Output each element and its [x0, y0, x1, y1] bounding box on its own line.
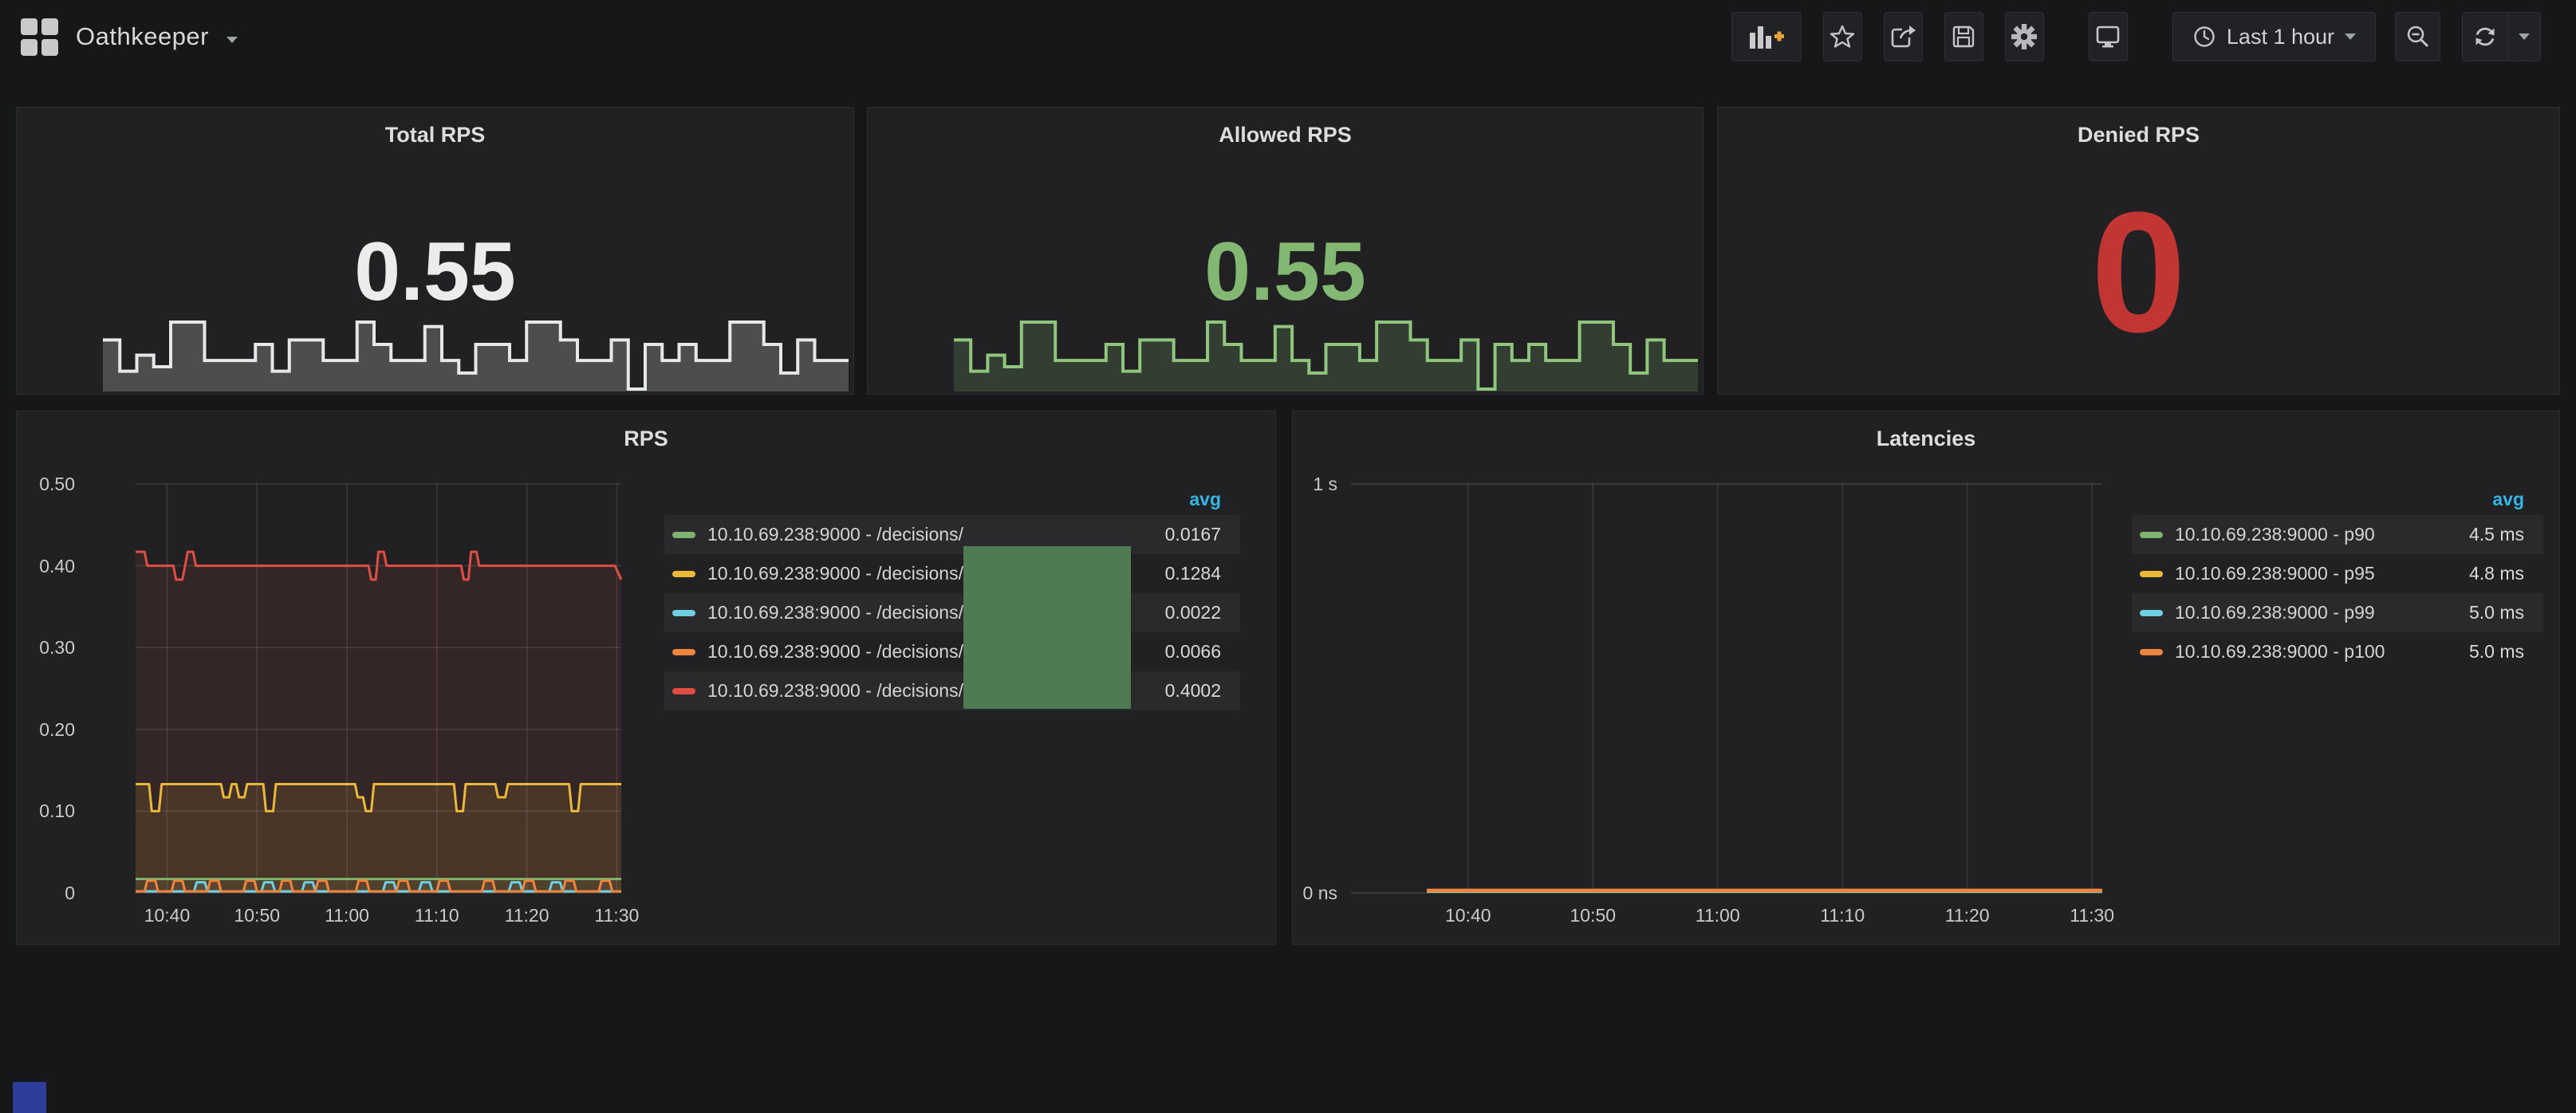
legend-series-label[interactable]: 10.10.69.238:9000 - p90 [2175, 524, 2389, 545]
monitor-icon [2094, 24, 2121, 49]
axis-tick-label: 1 s [1293, 473, 1337, 495]
axis-tick-label: 11:10 [1790, 904, 1894, 928]
legend-row[interactable]: 10.10.69.238:9000 - p904.5 ms [2132, 515, 2543, 554]
zoom-out-button[interactable] [2395, 12, 2440, 61]
panel-allowed-rps: Allowed RPS 0.55 [867, 107, 1704, 395]
add-panel-button[interactable] [1731, 12, 1802, 61]
axis-tick-label: 10:40 [115, 904, 219, 928]
legend-row[interactable]: 10.10.69.238:9000 - p954.8 ms [2132, 554, 2543, 593]
panel-latencies-chart: Latencies 1 s 0 ns 10:40 10:50 11:00 11:10 11… [1292, 411, 2560, 945]
legend-series-color-icon [2140, 610, 2163, 616]
panel-title[interactable]: Denied RPS [1718, 116, 2559, 154]
refresh-button-group [2462, 12, 2541, 61]
legend-series-avg-value: 0.0167 [1085, 524, 1221, 545]
panel-title[interactable]: Total RPS [17, 116, 853, 154]
axis-tick-label: 11:10 [385, 904, 489, 928]
legend-series-color-icon [672, 610, 695, 616]
share-icon [1889, 24, 1916, 49]
star-button[interactable] [1823, 12, 1862, 61]
legend-series-avg-value: 4.5 ms [2389, 524, 2524, 545]
legend-series-avg-value: 5.0 ms [2389, 641, 2524, 663]
grid-square [21, 18, 37, 35]
legend-series-label[interactable]: 10.10.69.238:9000 - p100 [2175, 641, 2389, 663]
time-range-picker[interactable]: Last 1 hour [2172, 12, 2376, 61]
stat-value-allowed-rps: 0.55 [868, 230, 1703, 313]
clock-icon [2192, 25, 2216, 49]
grid-square [41, 18, 58, 35]
legend-series-avg-value: 4.8 ms [2389, 563, 2524, 584]
dashboard-grid-icon[interactable] [21, 18, 58, 56]
rps-chart-canvas[interactable] [136, 484, 621, 893]
legend-series-color-icon [672, 649, 695, 655]
rps-legend: avg 10.10.69.238:9000 - /decisions/0.016… [664, 474, 1240, 710]
latencies-legend: avg 10.10.69.238:9000 - p904.5 ms10.10.6… [2132, 474, 2543, 671]
axis-tick-label: 0.40 [17, 555, 75, 577]
legend-series-color-icon [672, 688, 695, 694]
chevron-down-icon [2345, 33, 2356, 40]
dashboard-header: Oathkeeper [0, 0, 2576, 73]
green-overlay-rect [963, 546, 1131, 709]
axis-tick-label: 11:30 [565, 904, 668, 928]
legend-row[interactable]: 10.10.69.238:9000 - /decisions/0.1284 [664, 554, 1240, 593]
legend-row[interactable]: 10.10.69.238:9000 - /decisions/0.0167 [664, 515, 1240, 554]
axis-tick-label: 0 ns [1293, 882, 1337, 904]
legend-series-color-icon [2140, 532, 2163, 538]
save-icon [1951, 24, 1976, 49]
save-button[interactable] [1944, 12, 1983, 61]
legend-series-label[interactable]: 10.10.69.238:9000 - p95 [2175, 563, 2389, 584]
axis-tick-label: 11:00 [295, 904, 399, 928]
legend-row[interactable]: 10.10.69.238:9000 - /decisions/0.0066 [664, 632, 1240, 671]
chevron-down-icon [2519, 33, 2530, 40]
panel-total-rps: Total RPS 0.55 [16, 107, 854, 395]
axis-tick-label: 0.10 [17, 800, 75, 822]
gear-icon [2011, 23, 2038, 50]
zoom-out-icon [2405, 24, 2431, 49]
axis-tick-label: 0.20 [17, 718, 75, 741]
star-icon [1830, 24, 1855, 49]
stat-value-denied-rps: 0 [1718, 187, 2559, 358]
panel-title[interactable]: Latencies [1293, 419, 2559, 458]
legend-avg-header[interactable]: avg [664, 474, 1240, 515]
panel-denied-rps: Denied RPS 0 [1717, 107, 2560, 395]
legend-row[interactable]: 10.10.69.238:9000 - /decisions/0.4002 [664, 671, 1240, 710]
legend-series-color-icon [2140, 571, 2163, 577]
axis-tick-label: 10:40 [1416, 904, 1520, 928]
grid-square [21, 39, 37, 56]
axis-tick-label: 0 [17, 882, 75, 904]
legend-series-avg-value: 5.0 ms [2389, 602, 2524, 623]
axis-tick-label: 10:50 [205, 904, 309, 928]
legend-series-label[interactable]: 10.10.69.238:9000 - /decisions/ [707, 524, 1085, 545]
latencies-chart-canvas[interactable] [1351, 484, 2102, 893]
axis-tick-label: 11:20 [1916, 904, 2019, 928]
bar-chart-plus-icon [1748, 23, 1785, 50]
grid-square [41, 39, 58, 56]
legend-series-label[interactable]: 10.10.69.238:9000 - p99 [2175, 602, 2389, 623]
legend-row[interactable]: 10.10.69.238:9000 - p1005.0 ms [2132, 632, 2543, 671]
dashboard-title[interactable]: Oathkeeper [76, 22, 209, 51]
refresh-interval-button[interactable] [2508, 12, 2541, 61]
share-button[interactable] [1884, 12, 1923, 61]
refresh-button[interactable] [2462, 12, 2508, 61]
refresh-icon [2472, 24, 2498, 49]
dashboard-settings-button[interactable] [2005, 12, 2044, 61]
axis-tick-label: 11:20 [475, 904, 579, 928]
legend-series-color-icon [672, 571, 695, 577]
time-range-label: Last 1 hour [2227, 25, 2334, 49]
legend-series-color-icon [672, 532, 695, 538]
axis-tick-label: 10:50 [1541, 904, 1644, 928]
corner-blue-square [13, 1082, 46, 1113]
axis-tick-label: 11:00 [1666, 904, 1770, 928]
panel-title[interactable]: Allowed RPS [868, 116, 1703, 154]
stat-value-total-rps: 0.55 [17, 230, 853, 313]
cycle-view-mode-button[interactable] [2089, 12, 2128, 61]
legend-row[interactable]: 10.10.69.238:9000 - /decisions/0.0022 [664, 593, 1240, 632]
panel-title[interactable]: RPS [17, 419, 1275, 458]
legend-row[interactable]: 10.10.69.238:9000 - p995.0 ms [2132, 593, 2543, 632]
axis-tick-label: 0.30 [17, 636, 75, 659]
chevron-down-icon[interactable] [226, 37, 238, 43]
legend-series-color-icon [2140, 649, 2163, 655]
axis-tick-label: 11:30 [2040, 904, 2144, 928]
legend-avg-header[interactable]: avg [2132, 474, 2543, 515]
axis-tick-label: 0.50 [17, 473, 75, 495]
